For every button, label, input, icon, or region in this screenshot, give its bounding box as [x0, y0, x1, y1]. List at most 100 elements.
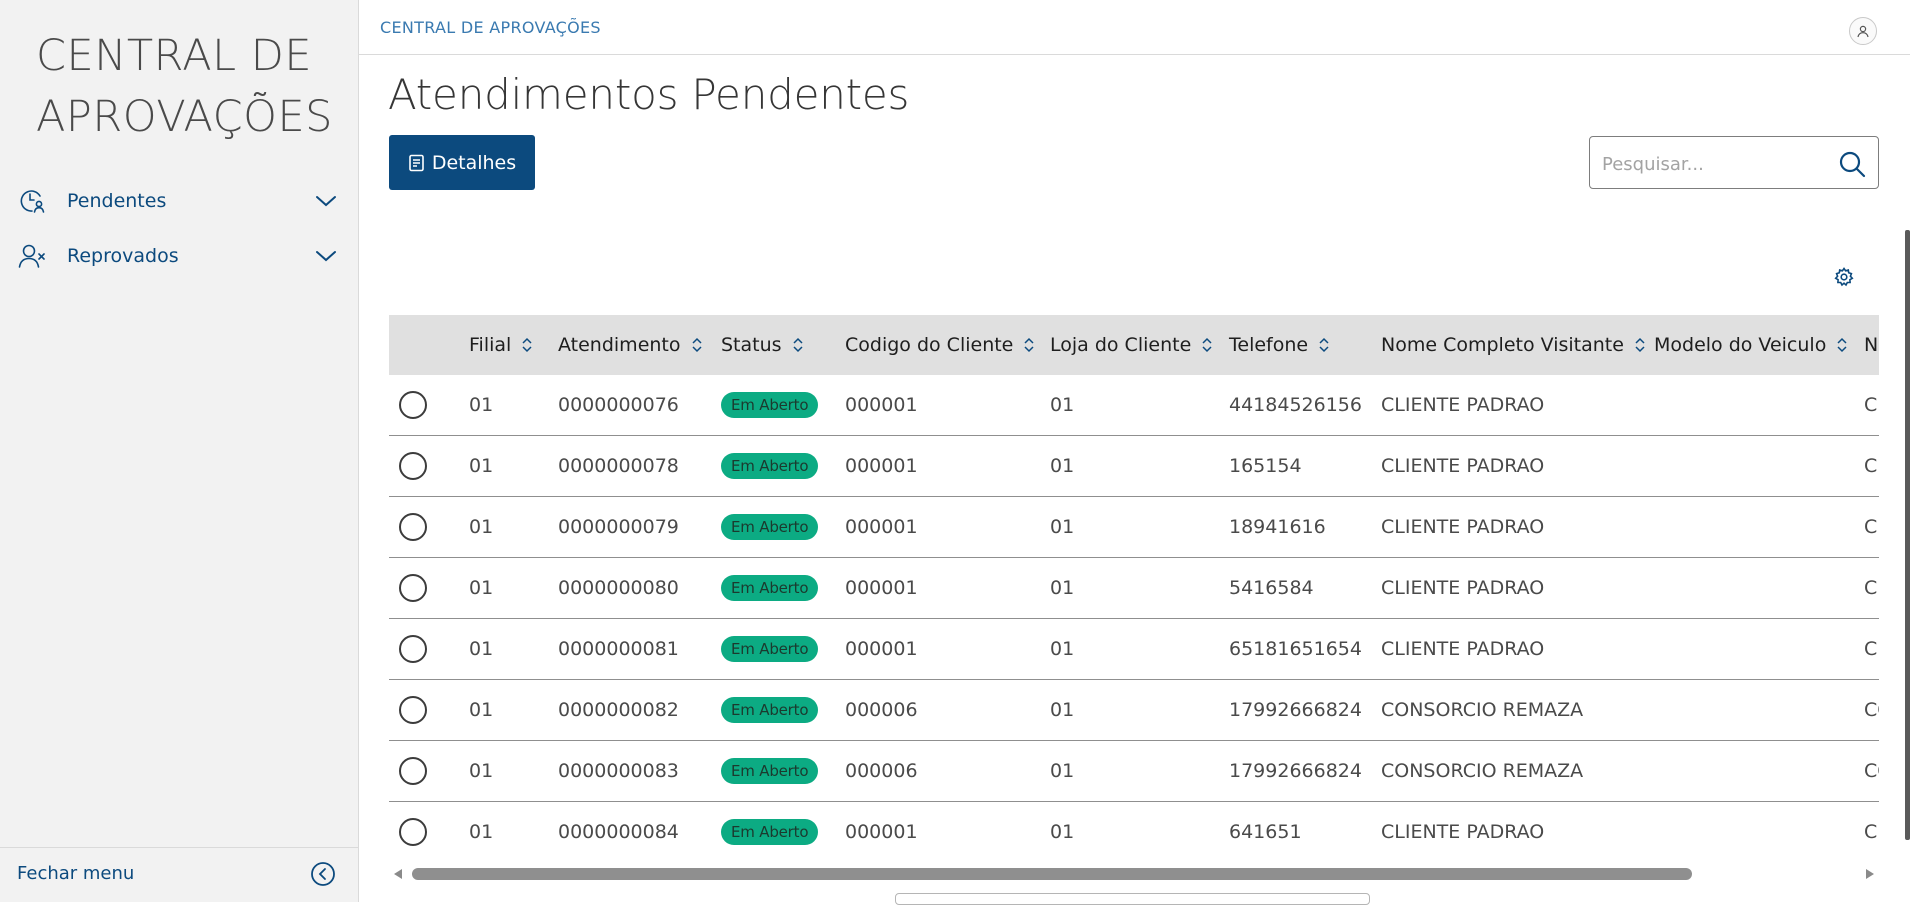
table-row[interactable]: 01 0000000078 Em Aberto 000001 01 165154 CLIEN…	[389, 435, 1879, 497]
gear-icon[interactable]	[1834, 267, 1854, 287]
table-row[interactable]: 01 0000000081 Em Aberto 000001 01 65181651654…	[389, 618, 1879, 680]
table-row[interactable]: 01 0000000076 Em Aberto 000001 01 44184526156…	[389, 375, 1879, 436]
column-header[interactable]: No	[1864, 315, 1879, 375]
cell-codigo: 000001	[845, 375, 1050, 436]
table-row[interactable]: 01 0000000082 Em Aberto 000006 01 17992666824…	[389, 679, 1879, 741]
column-header[interactable]: Filial	[469, 315, 558, 375]
chevron-down-icon[interactable]	[314, 189, 338, 213]
row-radio[interactable]	[399, 574, 427, 602]
row-select-cell	[389, 496, 469, 558]
horizontal-scrollbar[interactable]	[389, 866, 1879, 882]
sort-icon[interactable]	[791, 335, 805, 355]
breadcrumb[interactable]: CENTRAL DE APROVAÇÕES	[380, 18, 601, 37]
row-radio[interactable]	[399, 391, 427, 419]
cell-modelo	[1654, 496, 1864, 558]
avatar[interactable]	[1849, 17, 1877, 45]
search-box	[1589, 136, 1879, 189]
cell-extra: CL	[1864, 496, 1879, 558]
cell-telefone: 17992666824	[1229, 740, 1381, 802]
cell-atendimento: 0000000081	[558, 618, 721, 680]
cell-status: Em Aberto	[721, 496, 845, 558]
cell-nome: CONSORCIO REMAZA	[1381, 740, 1654, 802]
close-menu-link[interactable]: Fechar menu	[17, 863, 134, 884]
sort-icon[interactable]	[1200, 335, 1214, 355]
vertical-scrollbar[interactable]	[1905, 230, 1910, 840]
column-header[interactable]: Modelo do Veiculo	[1654, 315, 1864, 375]
cell-status: Em Aberto	[721, 802, 845, 863]
column-header[interactable]: Telefone	[1229, 315, 1381, 375]
cell-loja: 01	[1050, 496, 1229, 558]
cell-telefone: 18941616	[1229, 496, 1381, 558]
sort-icon[interactable]	[520, 335, 534, 355]
search-input[interactable]	[1600, 149, 1834, 179]
sort-icon[interactable]	[1835, 335, 1849, 355]
table-row[interactable]: 01 0000000083 Em Aberto 000006 01 17992666824…	[389, 740, 1879, 802]
row-radio[interactable]	[399, 452, 427, 480]
column-header[interactable]: Codigo do Cliente	[845, 315, 1050, 375]
cell-filial: 01	[469, 375, 558, 436]
status-badge: Em Aberto	[721, 636, 819, 662]
column-header[interactable]: Nome Completo Visitante	[1381, 315, 1654, 375]
cell-atendimento: 0000000084	[558, 821, 679, 843]
search-icon[interactable]	[1838, 150, 1866, 178]
row-radio[interactable]	[399, 635, 427, 663]
cell-loja: 01	[1050, 679, 1229, 741]
cell-extra: CO	[1864, 679, 1879, 741]
table-row[interactable]: 01 0000000079 Em Aberto 000001 01 18941616 CLI…	[389, 496, 1879, 558]
column-header[interactable]: Loja do Cliente	[1050, 315, 1229, 375]
cell-filial: 01	[469, 679, 558, 741]
sort-icon[interactable]	[1317, 335, 1331, 355]
column-header[interactable]: Status	[721, 315, 845, 375]
cell-telefone: 5416584	[1229, 557, 1381, 619]
page-title: Atendimentos Pendentes	[388, 70, 910, 119]
table-row[interactable]: 01 0000000084 Em Aberto 000001 01 641651 CLIEN…	[389, 802, 1879, 863]
row-select-cell	[389, 435, 469, 497]
chevron-down-icon[interactable]	[314, 244, 338, 268]
user-icon	[1857, 25, 1869, 38]
cell-nome: CLIENTE PADRAO	[1381, 821, 1545, 843]
details-button-label: Detalhes	[431, 151, 517, 174]
cell-loja: 01	[1050, 740, 1229, 802]
cell-nome: CLIENTE PADRAO	[1381, 435, 1654, 497]
scroll-thumb[interactable]	[412, 868, 1692, 880]
cell-atendimento: 0000000082	[558, 679, 721, 741]
details-button[interactable]: Detalhes	[389, 135, 535, 190]
cell-loja: 01	[1050, 821, 1075, 843]
cell-status: Em Aberto	[721, 435, 845, 497]
table-row[interactable]: 01 0000000080 Em Aberto 000001 01 5416584 CLIE…	[389, 557, 1879, 619]
cell-telefone: 17992666824	[1229, 679, 1381, 741]
cell-codigo: 000001	[845, 435, 1050, 497]
row-select-cell	[389, 375, 469, 436]
cell-codigo: 000001	[845, 618, 1050, 680]
top-bar: CENTRAL DE APROVAÇÕES	[359, 0, 1910, 55]
cell-atendimento: 0000000083	[558, 740, 721, 802]
row-select-cell	[389, 802, 469, 863]
sort-icon[interactable]	[690, 335, 704, 355]
sidebar-item-label: Reprovados	[67, 245, 179, 267]
cell-nome: CONSORCIO REMAZA	[1381, 679, 1654, 741]
cell-extra: CL	[1864, 435, 1879, 497]
cell-atendimento: 0000000079	[558, 496, 721, 558]
cell-status: Em Aberto	[721, 375, 845, 436]
column-header[interactable]: Atendimento	[558, 315, 721, 375]
sort-icon[interactable]	[1022, 335, 1036, 355]
status-badge: Em Aberto	[721, 697, 819, 723]
row-select-cell	[389, 740, 469, 802]
cell-extra: CL	[1864, 821, 1879, 843]
sidebar-item-pendentes[interactable]: Pendentes	[18, 181, 338, 221]
cell-codigo: 000006	[845, 740, 1050, 802]
row-radio[interactable]	[399, 696, 427, 724]
chevron-left-circle-icon[interactable]	[310, 861, 336, 887]
sidebar-item-reprovados[interactable]: Reprovados	[18, 236, 338, 276]
row-radio[interactable]	[399, 818, 427, 846]
cell-modelo	[1654, 740, 1864, 802]
row-radio[interactable]	[399, 513, 427, 541]
clock-user-icon	[18, 187, 46, 215]
cell-modelo	[1654, 679, 1864, 741]
cell-nome: CLIENTE PADRAO	[1381, 496, 1654, 558]
scroll-right-arrow[interactable]	[1866, 869, 1874, 879]
scroll-left-arrow[interactable]	[394, 869, 402, 879]
sort-icon[interactable]	[1633, 335, 1647, 355]
cell-telefone: 44184526156	[1229, 375, 1381, 436]
row-radio[interactable]	[399, 757, 427, 785]
